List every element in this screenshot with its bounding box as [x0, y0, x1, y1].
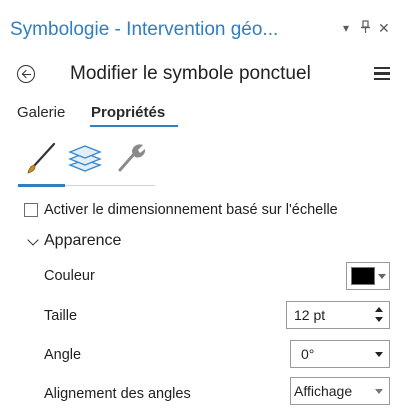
chevron-down-icon[interactable] [27, 234, 39, 246]
angle-value: 0° [301, 346, 315, 362]
active-tool-indicator [18, 184, 65, 187]
chevron-down-icon [375, 389, 383, 394]
angle-dropdown[interactable]: 0° [290, 340, 390, 368]
pane-options-dropdown-icon[interactable]: ▾ [343, 20, 349, 36]
pin-icon-svg [361, 20, 370, 33]
layers-icon-svg [67, 145, 103, 172]
size-spinner[interactable]: 12 pt [286, 301, 390, 329]
layers-icon[interactable] [67, 140, 103, 176]
pane-title-bar: Symbologie - Intervention géo... ▾ ✕ [0, 0, 398, 50]
angle-label: Angle [44, 347, 82, 363]
spin-down-icon[interactable] [375, 317, 383, 322]
taille-label: Taille [44, 308, 78, 324]
section-title-apparence[interactable]: Apparence [44, 232, 121, 250]
spin-up-icon[interactable] [375, 307, 383, 312]
color-picker[interactable] [346, 262, 390, 290]
alignment-value: Affichage [294, 383, 353, 399]
wrench-icon-svg [118, 144, 146, 172]
paintbrush-icon[interactable] [22, 140, 58, 176]
alignement-label: Alignement des angles [44, 386, 191, 402]
pin-icon[interactable] [360, 20, 371, 37]
back-icon[interactable] [17, 65, 35, 83]
hamburger-menu-icon[interactable] [374, 67, 390, 80]
size-value: 12 pt [294, 307, 326, 323]
panel-title: Modifier le symbole ponctuel [70, 63, 311, 84]
pane-title: Symbologie - Intervention géo... [10, 19, 279, 40]
chevron-down-icon [378, 274, 386, 279]
paintbrush-icon-svg [27, 142, 56, 174]
tab-proprietes[interactable]: Propriétés [91, 104, 165, 121]
tab-galerie[interactable]: Galerie [17, 104, 65, 121]
close-icon[interactable]: ✕ [378, 20, 390, 36]
scale-sizing-label[interactable]: Activer le dimensionnement basé sur l'éc… [44, 202, 338, 218]
active-tab-indicator [90, 125, 178, 127]
scale-sizing-checkbox[interactable] [24, 203, 38, 217]
wrench-icon[interactable] [112, 140, 148, 176]
alignment-dropdown[interactable]: Affichage [290, 377, 390, 405]
couleur-label: Couleur [44, 268, 95, 284]
color-swatch [351, 267, 375, 285]
toolbar-divider [65, 185, 155, 186]
chevron-down-icon [375, 352, 383, 357]
